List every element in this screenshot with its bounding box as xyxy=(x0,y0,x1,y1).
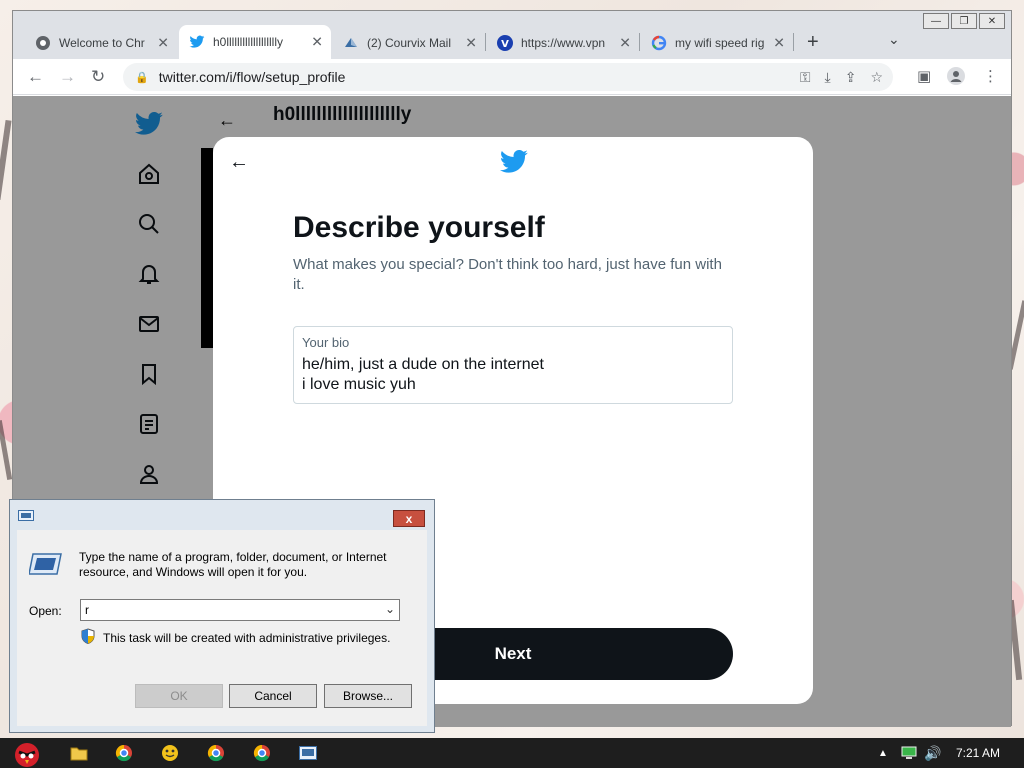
bio-textarea[interactable]: Your bio he/him, just a dude on the inte… xyxy=(293,326,733,404)
courvix-icon xyxy=(343,35,359,51)
share-icon[interactable]: ⇪ xyxy=(845,69,857,86)
bio-label: Your bio xyxy=(302,335,350,350)
admin-notice: This task will be created with administr… xyxy=(81,628,390,647)
file-explorer-icon[interactable] xyxy=(68,742,90,764)
close-icon[interactable]: ✕ xyxy=(157,35,169,52)
close-button[interactable]: x xyxy=(393,510,425,527)
tab-courvix-mail[interactable]: (2) Courvix Mail ✕ xyxy=(333,27,485,59)
taskbar-clock[interactable]: 7:21 AM xyxy=(956,746,1000,760)
address-bar[interactable]: 🔒 twitter.com/i/flow/setup_profile ⚿ ⤓ ⇪… xyxy=(123,63,893,91)
back-arrow-icon[interactable]: ← xyxy=(229,151,249,174)
shield-icon xyxy=(81,628,95,647)
tab-title: (2) Courvix Mail xyxy=(367,36,452,50)
tab-search-chevron-icon[interactable]: ⌄ xyxy=(888,31,900,48)
tray-chevron-up-icon[interactable]: ▲ xyxy=(872,742,894,764)
emoji-app-icon[interactable] xyxy=(159,742,181,764)
tab-separator xyxy=(793,33,794,51)
install-icon[interactable]: ⤓ xyxy=(825,69,831,86)
chevron-down-icon[interactable]: ⌄ xyxy=(385,602,395,616)
open-label: Open: xyxy=(29,604,62,618)
chrome-icon[interactable] xyxy=(251,742,273,764)
close-icon[interactable]: ✕ xyxy=(311,34,323,51)
side-panel-icon[interactable]: ▣ xyxy=(917,67,931,85)
tab-google-search[interactable]: my wifi speed rig ✕ xyxy=(641,27,793,59)
reload-icon[interactable]: ↻ xyxy=(91,67,105,87)
start-button-bird-icon[interactable] xyxy=(8,738,46,768)
admin-notice-text: This task will be created with administr… xyxy=(103,630,391,645)
modal-title: Describe yourself xyxy=(293,211,545,244)
new-tab-button[interactable]: + xyxy=(807,31,819,54)
close-icon[interactable]: ✕ xyxy=(619,35,631,52)
menu-kebab-icon[interactable]: ⋮ xyxy=(983,67,998,85)
back-arrow-icon[interactable]: ← xyxy=(27,67,44,87)
taskbar: ▲ 🔊 7:21 AM xyxy=(0,738,1024,768)
chrome-icon[interactable] xyxy=(113,742,135,764)
maximize-button[interactable]: ❐ xyxy=(951,13,977,29)
run-icon xyxy=(28,552,63,581)
run-icon[interactable] xyxy=(297,742,319,764)
chrome-icon xyxy=(35,35,51,51)
run-dialog-titlebar[interactable]: x xyxy=(10,500,434,527)
lock-icon: 🔒 xyxy=(135,71,149,84)
twitter-logo-icon xyxy=(499,149,529,180)
google-icon xyxy=(651,35,667,51)
tab-title: h0llllllllllllllllllly xyxy=(213,35,284,49)
browser-toolbar: ← → ↻ 🔒 twitter.com/i/flow/setup_profile… xyxy=(13,59,1011,95)
tab-vpn[interactable]: V https://www.vpn ✕ xyxy=(487,27,639,59)
open-combobox[interactable]: r ⌄ xyxy=(80,599,400,621)
open-input-value: r xyxy=(85,603,89,617)
vpn-icon: V xyxy=(497,35,513,51)
forward-arrow-icon[interactable]: → xyxy=(59,67,76,87)
tab-welcome[interactable]: Welcome to Chr ✕ xyxy=(25,27,177,59)
window-controls: — ❐ ✕ xyxy=(923,13,1005,29)
tab-separator xyxy=(485,33,486,51)
tab-strip: — ❐ ✕ Welcome to Chr ✕ h0lllllllllllllll… xyxy=(13,11,1011,59)
tab-separator xyxy=(639,33,640,51)
close-window-button[interactable]: ✕ xyxy=(979,13,1005,29)
url-text: twitter.com/i/flow/setup_profile xyxy=(158,69,346,85)
chrome-icon[interactable] xyxy=(205,742,227,764)
run-dialog: x Type the name of a program, folder, do… xyxy=(9,499,435,733)
ok-button[interactable]: OK xyxy=(135,684,223,708)
svg-text:V: V xyxy=(501,39,509,50)
run-dialog-body: Type the name of a program, folder, docu… xyxy=(17,530,427,726)
close-icon[interactable]: ✕ xyxy=(465,35,477,52)
bio-value: he/him, just a dude on the internet i lo… xyxy=(302,356,544,393)
close-icon[interactable]: ✕ xyxy=(773,35,785,52)
tab-title: https://www.vpn xyxy=(521,36,606,50)
run-icon xyxy=(18,508,34,521)
network-icon[interactable] xyxy=(898,742,920,764)
tab-title: Welcome to Chr xyxy=(59,36,145,50)
run-description: Type the name of a program, folder, docu… xyxy=(79,550,387,579)
minimize-button[interactable]: — xyxy=(923,13,949,29)
bookmark-star-icon[interactable]: ☆ xyxy=(870,69,883,86)
cancel-button[interactable]: Cancel xyxy=(229,684,317,708)
browse-button[interactable]: Browse... xyxy=(324,684,412,708)
key-icon[interactable]: ⚿ xyxy=(800,69,811,86)
twitter-icon xyxy=(189,34,205,50)
volume-icon[interactable]: 🔊 xyxy=(922,742,944,764)
tab-title: my wifi speed rig xyxy=(675,36,765,50)
modal-subtitle: What makes you special? Don't think too … xyxy=(293,256,722,293)
profile-avatar-icon[interactable] xyxy=(947,67,965,89)
tab-twitter[interactable]: h0llllllllllllllllllly ✕ xyxy=(179,25,331,59)
